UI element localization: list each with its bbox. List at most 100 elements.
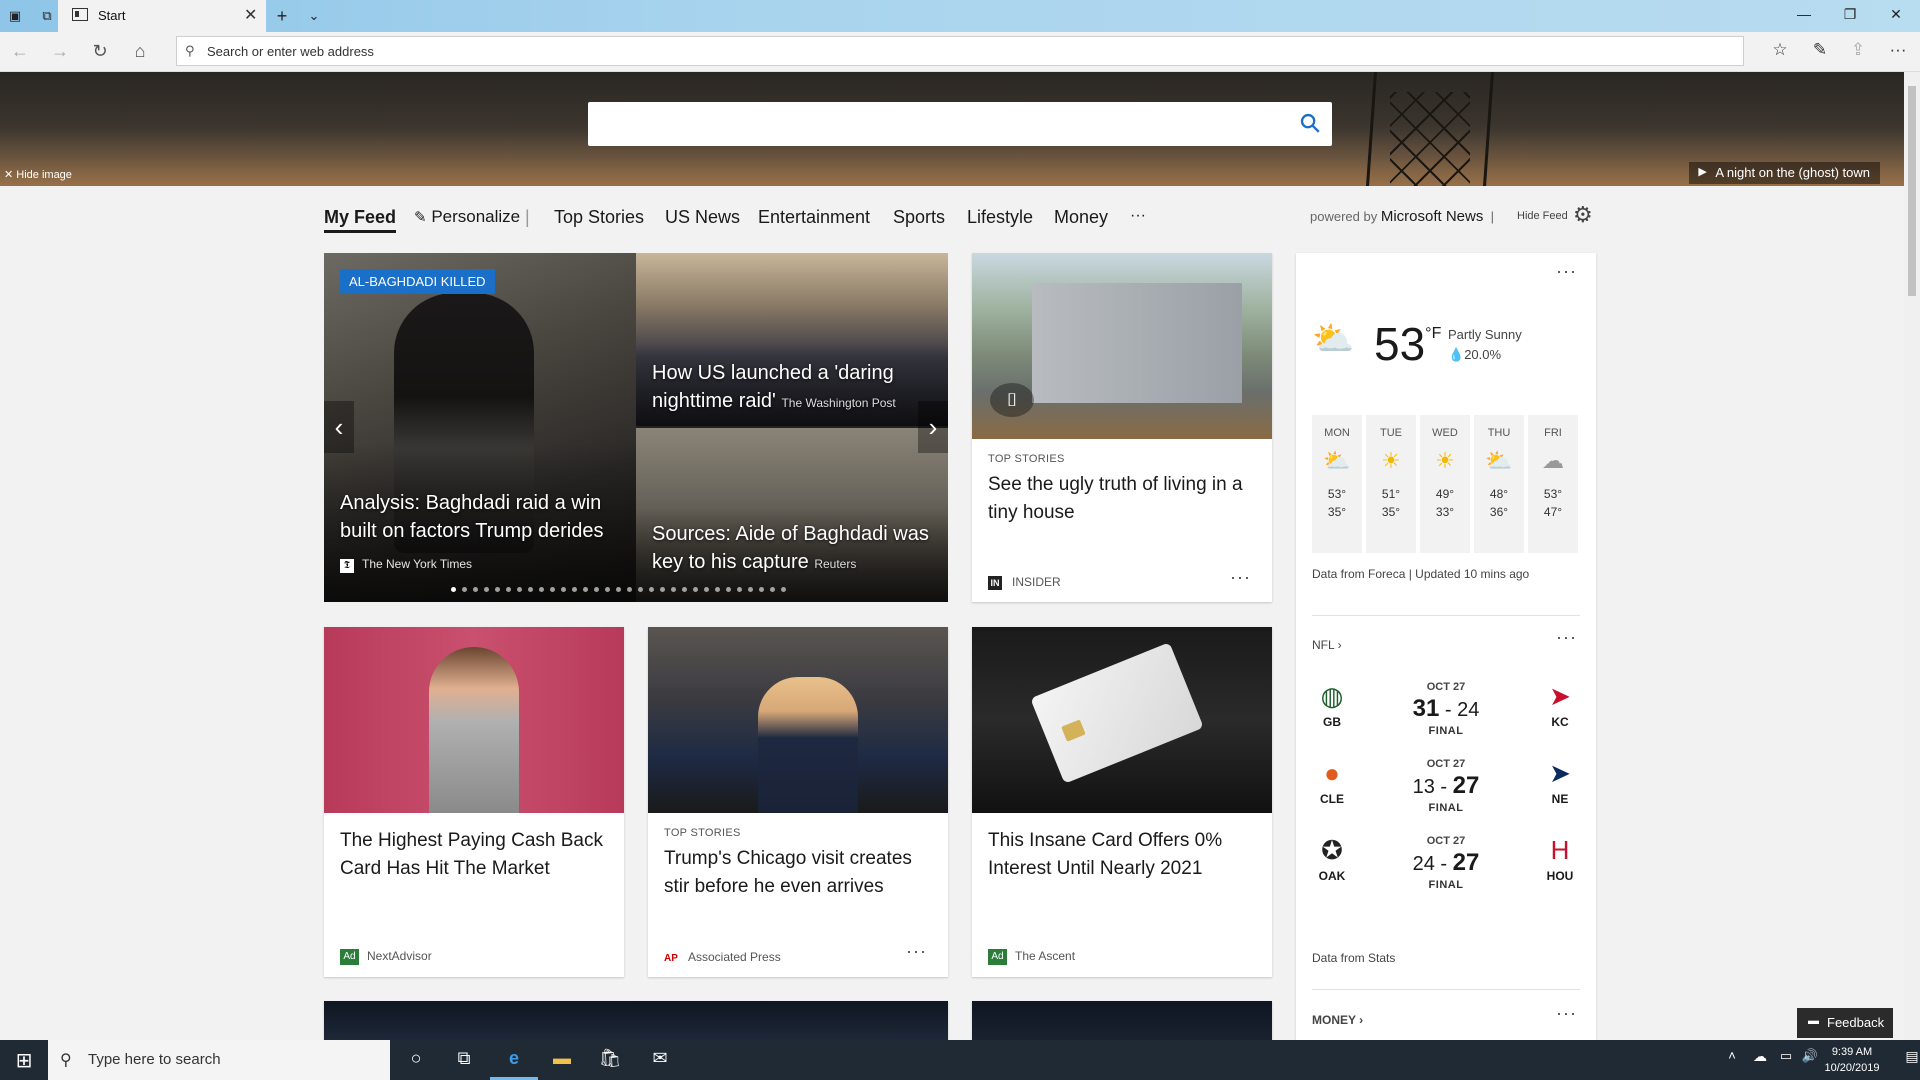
carousel-page-dot[interactable] — [539, 587, 544, 592]
image-caption-button[interactable]: ▶ A night on the (ghost) town — [1689, 162, 1880, 184]
more-topics-button[interactable]: ··· — [1130, 207, 1146, 225]
system-clock[interactable]: 9:39 AM 10/20/2019 — [1812, 1044, 1892, 1076]
card-title[interactable]: This Insane Card Offers 0% Interest Unti… — [988, 827, 1258, 883]
hide-feed-button[interactable]: Hide Feed — [1517, 210, 1568, 222]
restore-icon[interactable]: ❐ — [1830, 6, 1870, 23]
tab-top-stories[interactable]: Top Stories — [554, 207, 644, 228]
taskbar-search[interactable]: ⚲ Type here to search — [48, 1040, 390, 1080]
tab-preview-chevron-icon[interactable]: ⌄ — [305, 7, 323, 25]
card-title[interactable]: The Highest Paying Cash Back Card Has Hi… — [340, 827, 610, 883]
carousel-page-dot[interactable] — [495, 587, 500, 592]
carousel-page-dot[interactable] — [715, 587, 720, 592]
carousel-next-icon[interactable]: › — [918, 401, 948, 453]
forecast-day[interactable]: MON ⛅ 53° 35° — [1312, 415, 1362, 553]
carousel-page-dot[interactable] — [704, 587, 709, 592]
forecast-day[interactable]: FRI ☁ 53° 47° — [1528, 415, 1578, 553]
money-header[interactable]: MONEY › — [1312, 1013, 1363, 1027]
tab-manager-icon[interactable]: ▣ — [6, 7, 24, 25]
carousel-page-dot[interactable] — [528, 587, 533, 592]
carousel-page-dot[interactable] — [759, 587, 764, 592]
forecast-day[interactable]: WED ☀ 49° 33° — [1420, 415, 1470, 553]
more-icon[interactable]: ··· — [1886, 40, 1910, 60]
nfl-header[interactable]: NFL › — [1312, 638, 1342, 652]
carousel-page-dot[interactable] — [737, 587, 742, 592]
news-card-cashback[interactable]: The Highest Paying Cash Back Card Has Hi… — [324, 627, 624, 977]
card-title[interactable]: Trump's Chicago visit creates stir befor… — [664, 845, 934, 901]
carousel-page-dot[interactable] — [682, 587, 687, 592]
weather-more-icon[interactable]: ··· — [1556, 261, 1577, 282]
story-tag[interactable]: AL-BAGHDADI KILLED — [340, 269, 495, 294]
new-tab-icon[interactable]: + — [273, 7, 291, 25]
news-card-chicago[interactable]: TOP STORIES Trump's Chicago visit create… — [648, 627, 948, 977]
scrollbar-thumb[interactable] — [1908, 86, 1916, 296]
news-carousel[interactable]: AL-BAGHDADI KILLED Analysis: Baghdadi ra… — [324, 253, 948, 602]
carousel-page-dot[interactable] — [506, 587, 511, 592]
news-card-row3[interactable] — [972, 1001, 1272, 1041]
store-icon[interactable]: 🛍 — [586, 1048, 634, 1072]
add-notes-icon[interactable]: ✎ — [1808, 40, 1832, 60]
nfl-footer[interactable]: Data from Stats — [1312, 951, 1395, 965]
carousel-pager[interactable] — [448, 579, 789, 592]
address-bar[interactable]: ⚲ Search or enter web address — [176, 36, 1744, 66]
favorites-icon[interactable]: ☆ — [1768, 40, 1792, 60]
carousel-page-dot[interactable] — [649, 587, 654, 592]
carousel-page-dot[interactable] — [572, 587, 577, 592]
card-more-icon[interactable]: ··· — [906, 941, 927, 962]
mail-icon[interactable]: ✉ — [636, 1048, 684, 1072]
carousel-main-image[interactable] — [324, 253, 636, 602]
carousel-page-dot[interactable] — [616, 587, 621, 592]
hide-image-button[interactable]: ✕ Hide image — [4, 168, 72, 181]
carousel-page-dot[interactable] — [583, 587, 588, 592]
tab-money[interactable]: Money — [1054, 207, 1108, 228]
refresh-icon[interactable]: ↻ — [88, 41, 112, 62]
tab-us-news[interactable]: US News — [665, 207, 740, 228]
current-temp[interactable]: 53°F — [1374, 317, 1441, 371]
carousel-page-dot[interactable] — [671, 587, 676, 592]
carousel-page-dot[interactable] — [770, 587, 775, 592]
personalize-button[interactable]: ✎ Personalize — [414, 207, 520, 227]
edge-icon[interactable]: e — [490, 1048, 538, 1080]
minimize-icon[interactable]: — — [1784, 6, 1824, 22]
news-card-row3-wide[interactable] — [324, 1001, 948, 1041]
home-icon[interactable]: ⌂ — [128, 41, 152, 62]
carousel-page-dot[interactable] — [627, 587, 632, 592]
money-more-icon[interactable]: ··· — [1556, 1003, 1577, 1024]
tab-my-feed[interactable]: My Feed — [324, 207, 397, 233]
bottom-story[interactable]: Sources: Aide of Baghdadi was key to his… — [652, 520, 932, 578]
nfl-game[interactable]: ✪ OAK OCT 27 24 - 27 FINAL H HOU — [1296, 835, 1596, 925]
card-title[interactable]: See the ugly truth of living in a tiny h… — [988, 471, 1258, 527]
web-search-box[interactable]: ⚲ — [588, 102, 1332, 146]
carousel-page-dot[interactable] — [451, 587, 456, 592]
forward-icon[interactable]: → — [48, 41, 72, 62]
carousel-page-dot[interactable] — [605, 587, 610, 592]
file-explorer-icon[interactable]: ▬ — [538, 1048, 586, 1072]
carousel-page-dot[interactable] — [638, 587, 643, 592]
tab-entertainment[interactable]: Entertainment — [758, 207, 870, 228]
carousel-page-dot[interactable] — [594, 587, 599, 592]
tab-start[interactable]: Start ✕ — [58, 0, 266, 32]
carousel-page-dot[interactable] — [462, 587, 467, 592]
news-card-tiny-house[interactable]: ⌷ TOP STORIES See the ugly truth of livi… — [972, 253, 1272, 602]
close-tab-icon[interactable]: ✕ — [244, 5, 257, 25]
forecast-day[interactable]: TUE ☀ 51° 35° — [1366, 415, 1416, 553]
feedback-button[interactable]: Feedback — [1797, 1008, 1893, 1038]
notifications-icon[interactable]: ▤ — [1888, 1048, 1920, 1072]
tab-sports[interactable]: Sports — [893, 207, 945, 228]
carousel-page-dot[interactable] — [781, 587, 786, 592]
carousel-page-dot[interactable] — [748, 587, 753, 592]
carousel-page-dot[interactable] — [561, 587, 566, 592]
main-story-title[interactable]: Analysis: Baghdadi raid a win built on f… — [340, 489, 630, 545]
tab-lifestyle[interactable]: Lifestyle — [967, 207, 1033, 228]
top-story[interactable]: How US launched a 'daring nighttime raid… — [652, 359, 932, 417]
set-tabs-aside-icon[interactable]: ⧉ — [38, 7, 56, 25]
carousel-page-dot[interactable] — [693, 587, 698, 592]
carousel-page-dot[interactable] — [473, 587, 478, 592]
card-more-icon[interactable]: ··· — [1230, 567, 1251, 588]
nfl-more-icon[interactable]: ··· — [1556, 627, 1577, 648]
cashback-image[interactable] — [324, 627, 624, 813]
search-icon[interactable]: ⚲ — [1293, 106, 1328, 141]
carousel-page-dot[interactable] — [484, 587, 489, 592]
page-scrollbar[interactable] — [1904, 72, 1920, 1040]
task-view-icon[interactable]: ⧉ — [440, 1048, 488, 1072]
tiny-house-image[interactable]: ⌷ — [972, 253, 1272, 439]
